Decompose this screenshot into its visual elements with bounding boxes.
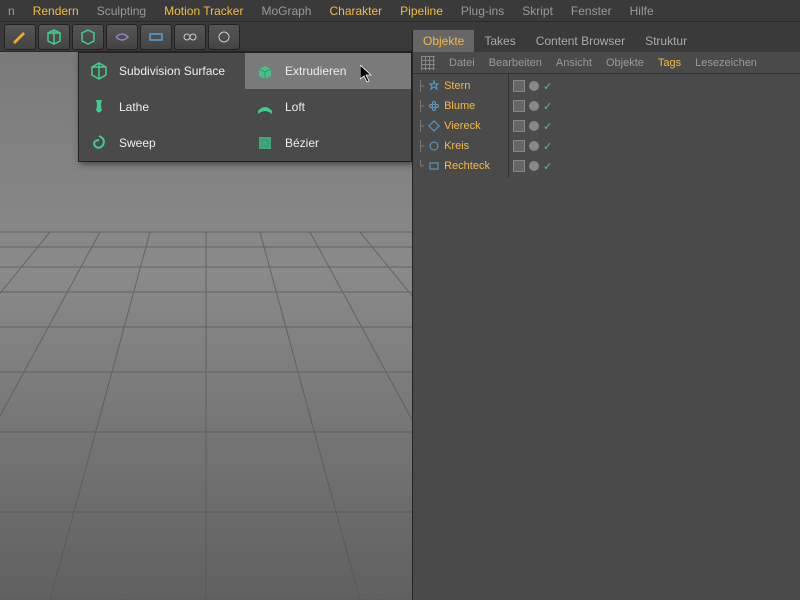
tool-pen[interactable] — [4, 24, 36, 50]
bezier-icon — [255, 133, 275, 153]
cube-icon — [89, 61, 109, 81]
layer-tag-icon[interactable] — [513, 80, 525, 92]
tool-cube[interactable] — [38, 24, 70, 50]
menu-rendern[interactable]: Rendern — [33, 4, 79, 18]
tree-line: ├ — [417, 81, 424, 92]
menu-plug-ins[interactable]: Plug-ins — [461, 4, 504, 18]
dropdown-item-lathe[interactable]: Lathe — [79, 89, 245, 125]
tree-line: ├ — [417, 101, 424, 112]
dropdown-item-bézier[interactable]: Bézier — [245, 125, 411, 161]
tag-row: ✓ — [509, 156, 800, 176]
tab-takes[interactable]: Takes — [474, 30, 525, 52]
star-icon — [428, 80, 440, 92]
grid-icon[interactable] — [421, 56, 435, 70]
menu-charakter[interactable]: Charakter — [329, 4, 382, 18]
vase-icon — [89, 97, 109, 117]
tree-line: ├ — [417, 121, 424, 132]
checkmark-icon[interactable]: ✓ — [543, 140, 552, 153]
menubar: n Rendern Sculpting Motion Tracker MoGraph Ch… — [0, 0, 800, 22]
menu-skript[interactable]: Skript — [522, 4, 553, 18]
menu-motion tracker[interactable]: Motion Tracker — [164, 4, 243, 18]
panel-tabs: ObjekteTakesContent BrowserStruktur — [413, 30, 800, 52]
dropdown-item-sweep[interactable]: Sweep — [79, 125, 245, 161]
tool-light[interactable] — [208, 24, 240, 50]
tool-generator[interactable] — [72, 24, 104, 50]
visibility-dot-icon[interactable] — [529, 161, 539, 171]
object-name: Stern — [444, 80, 470, 92]
checkmark-icon[interactable]: ✓ — [543, 100, 552, 113]
rect-icon — [428, 160, 440, 172]
object-row-rechteck[interactable]: └ Rechteck — [413, 156, 508, 176]
menu-pipeline[interactable]: Pipeline — [400, 4, 443, 18]
loft-icon — [255, 97, 275, 117]
object-row-viereck[interactable]: ├ Viereck — [413, 116, 508, 136]
visibility-dot-icon[interactable] — [529, 81, 539, 91]
object-name: Viereck — [444, 120, 480, 132]
visibility-dot-icon[interactable] — [529, 141, 539, 151]
menu-fenster[interactable]: Fenster — [571, 4, 612, 18]
panel-menu-ansicht[interactable]: Ansicht — [556, 57, 592, 69]
object-row-stern[interactable]: ├ Stern — [413, 76, 508, 96]
panel-menu-datei[interactable]: Datei — [449, 57, 475, 69]
dropdown-label: Loft — [285, 100, 305, 114]
circle-icon — [428, 140, 440, 152]
tree-line: └ — [417, 161, 424, 172]
dropdown-label: Subdivision Surface — [119, 64, 225, 78]
dropdown-item-loft[interactable]: Loft — [245, 89, 411, 125]
panel-menu-objekte[interactable]: Objekte — [606, 57, 644, 69]
extrude-icon — [255, 61, 275, 81]
dropdown-label: Lathe — [119, 100, 149, 114]
object-name: Blume — [444, 100, 475, 112]
menu-n[interactable]: n — [8, 4, 15, 18]
object-name: Rechteck — [444, 160, 490, 172]
dropdown-label: Extrudieren — [285, 64, 346, 78]
tag-row: ✓ — [509, 136, 800, 156]
object-manager-panel: ObjekteTakesContent BrowserStruktur Date… — [412, 30, 800, 600]
object-list: ├ Stern ├ Blume ├ Viereck ├ Kreis └ Rechteck — [413, 74, 508, 178]
panel-menu-tags[interactable]: Tags — [658, 57, 681, 69]
menu-mograph[interactable]: MoGraph — [261, 4, 311, 18]
generator-dropdown: Subdivision Surface Lathe Sweep Extrudiere… — [78, 52, 412, 162]
tab-content-browser[interactable]: Content Browser — [526, 30, 635, 52]
tag-row: ✓ — [509, 96, 800, 116]
dropdown-item-subdivision-surface[interactable]: Subdivision Surface — [79, 53, 245, 89]
dropdown-label: Sweep — [119, 136, 156, 150]
dropdown-item-extrudieren[interactable]: Extrudieren — [245, 53, 411, 89]
tool-environment[interactable] — [140, 24, 172, 50]
tab-objekte[interactable]: Objekte — [413, 30, 474, 52]
tool-deformer[interactable] — [106, 24, 138, 50]
tab-struktur[interactable]: Struktur — [635, 30, 697, 52]
object-row-kreis[interactable]: ├ Kreis — [413, 136, 508, 156]
tree-line: ├ — [417, 141, 424, 152]
panel-menu: Datei Bearbeiten Ansicht Objekte Tags Lesezei… — [413, 52, 800, 74]
checkmark-icon[interactable]: ✓ — [543, 120, 552, 133]
tool-camera[interactable] — [174, 24, 206, 50]
layer-tag-icon[interactable] — [513, 160, 525, 172]
object-name: Kreis — [444, 140, 469, 152]
dropdown-label: Bézier — [285, 136, 319, 150]
flower-icon — [428, 100, 440, 112]
tag-row: ✓ — [509, 116, 800, 136]
visibility-dot-icon[interactable] — [529, 121, 539, 131]
layer-tag-icon[interactable] — [513, 140, 525, 152]
object-row-blume[interactable]: ├ Blume — [413, 96, 508, 116]
object-tags-column: ✓ ✓ ✓ ✓ ✓ — [508, 74, 800, 178]
layer-tag-icon[interactable] — [513, 100, 525, 112]
layer-tag-icon[interactable] — [513, 120, 525, 132]
menu-hilfe[interactable]: Hilfe — [630, 4, 654, 18]
swirl-icon — [89, 133, 109, 153]
panel-menu-lesezeichen[interactable]: Lesezeichen — [695, 57, 757, 69]
tag-row: ✓ — [509, 76, 800, 96]
menu-sculpting[interactable]: Sculpting — [97, 4, 146, 18]
checkmark-icon[interactable]: ✓ — [543, 80, 552, 93]
checkmark-icon[interactable]: ✓ — [543, 160, 552, 173]
panel-menu-bearbeiten[interactable]: Bearbeiten — [489, 57, 542, 69]
visibility-dot-icon[interactable] — [529, 101, 539, 111]
diamond-icon — [428, 120, 440, 132]
